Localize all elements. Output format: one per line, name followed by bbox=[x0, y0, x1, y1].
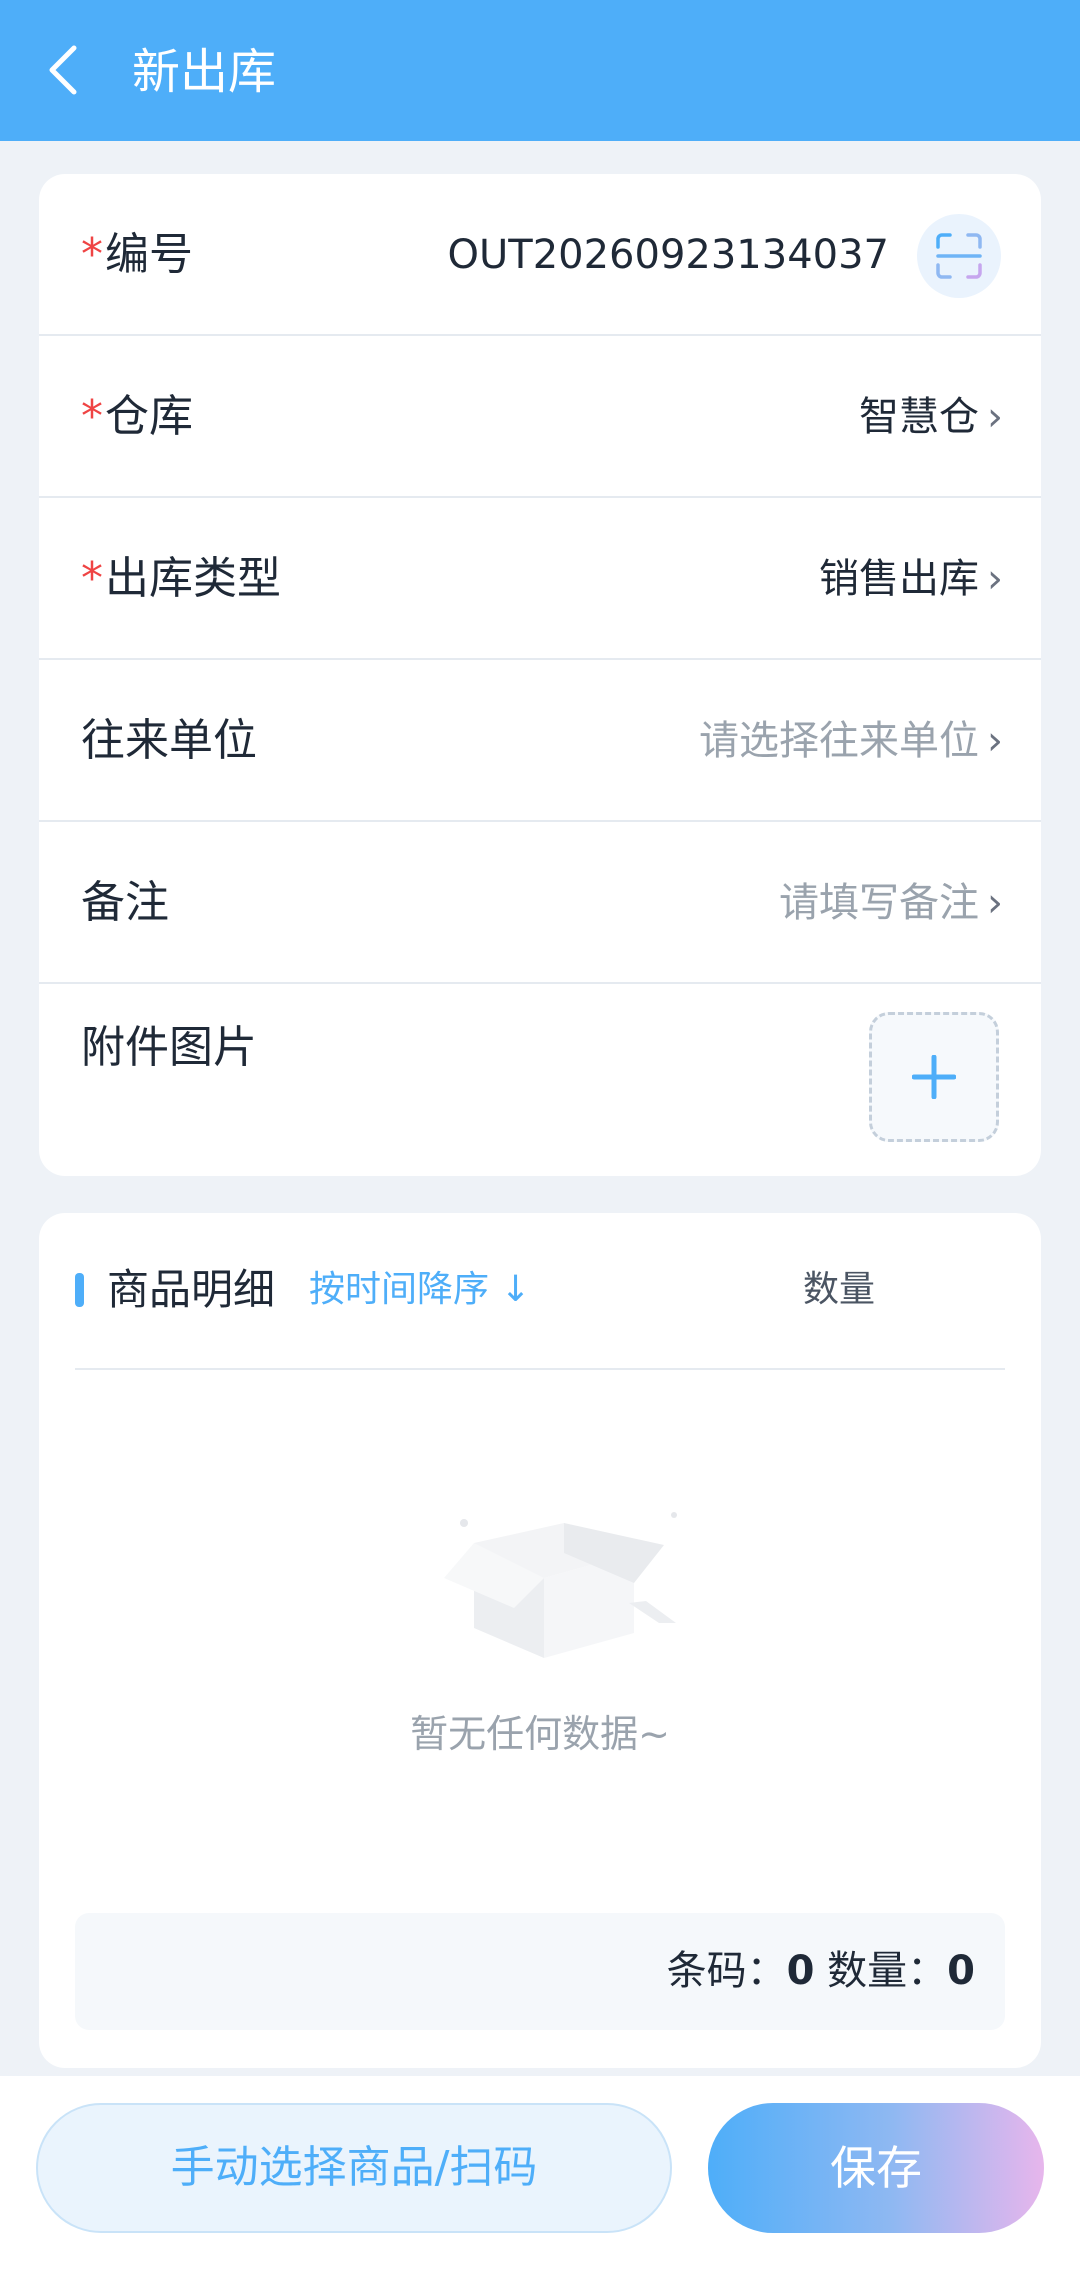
outbound-form-card: *编号 OUT20260923134037 *仓库 智慧仓 › *出库类型 销售出… bbox=[39, 174, 1041, 1176]
barcode-count: 0 bbox=[786, 1948, 815, 1994]
outbound-type-label: *出库类型 bbox=[81, 553, 281, 604]
warehouse-row[interactable]: *仓库 智慧仓 › bbox=[39, 336, 1041, 498]
warehouse-value: 智慧仓 › bbox=[859, 394, 1003, 440]
code-label: *编号 bbox=[81, 229, 193, 280]
empty-state-text: 暂无任何数据~ bbox=[410, 1712, 670, 1756]
scan-icon bbox=[936, 233, 982, 279]
scan-button[interactable] bbox=[917, 214, 1001, 298]
attachment-label: 附件图片 bbox=[81, 1022, 257, 1073]
page-title: 新出库 bbox=[132, 44, 277, 100]
chevron-right-icon: › bbox=[987, 556, 1003, 602]
remark-label: 备注 bbox=[81, 877, 169, 928]
section-accent bbox=[75, 1273, 84, 1307]
outbound-type-row[interactable]: *出库类型 销售出库 › bbox=[39, 498, 1041, 660]
manual-select-scan-button[interactable]: 手动选择商品/扫码 bbox=[36, 2103, 672, 2233]
sort-toggle[interactable]: 按时间降序 ↓ bbox=[309, 1257, 531, 1323]
quantity-column-header: 数量 bbox=[803, 1269, 876, 1310]
remark-row[interactable]: 备注 请填写备注 › bbox=[39, 822, 1041, 984]
save-button[interactable]: 保存 bbox=[708, 2103, 1044, 2233]
partner-label: 往来单位 bbox=[81, 715, 257, 766]
product-details-card: 商品明细 按时间降序 ↓ 数量 暂无任何数据~ 条码：0 数量：0 bbox=[39, 1213, 1041, 2068]
outbound-type-value: 销售出库 › bbox=[819, 556, 1003, 602]
required-mark: * bbox=[81, 229, 103, 280]
plus-icon bbox=[912, 1055, 956, 1099]
summary-text: 条码：0 数量：0 bbox=[666, 1948, 975, 1994]
partner-placeholder: 请选择往来单位 › bbox=[699, 718, 1003, 764]
partner-row[interactable]: 往来单位 请选择往来单位 › bbox=[39, 660, 1041, 822]
chevron-right-icon: › bbox=[987, 394, 1003, 440]
empty-box-icon bbox=[444, 1512, 677, 1658]
warehouse-label: *仓库 bbox=[81, 391, 193, 442]
code-row: *编号 OUT20260923134037 bbox=[39, 174, 1041, 336]
bottom-action-bar: 手动选择商品/扫码 保存 bbox=[0, 2076, 1080, 2290]
summary-bar: 条码：0 数量：0 bbox=[75, 1913, 1005, 2030]
app-header: 新出库 bbox=[0, 0, 1080, 141]
divider bbox=[75, 1368, 1005, 1370]
back-icon[interactable] bbox=[40, 38, 90, 102]
section-title: 商品明细 bbox=[107, 1265, 276, 1314]
code-value[interactable]: OUT20260923134037 bbox=[448, 174, 889, 336]
chevron-right-icon: › bbox=[987, 880, 1003, 926]
add-photo-button[interactable] bbox=[869, 1012, 999, 1142]
remark-placeholder: 请填写备注 › bbox=[779, 880, 1003, 926]
chevron-right-icon: › bbox=[987, 718, 1003, 764]
quantity-count: 0 bbox=[947, 1948, 975, 1994]
